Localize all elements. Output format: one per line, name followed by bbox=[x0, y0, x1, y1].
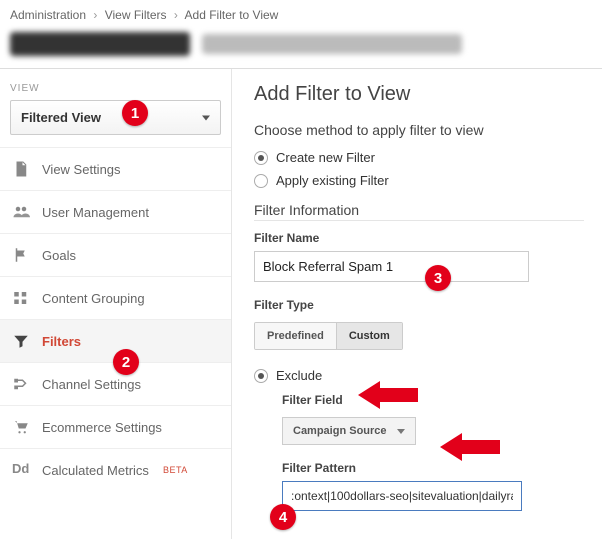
chevron-down-icon bbox=[397, 429, 405, 434]
view-section-label: VIEW bbox=[0, 79, 231, 100]
radio-label: Exclude bbox=[276, 368, 322, 383]
radio-icon bbox=[254, 369, 268, 383]
blurred-title bbox=[10, 32, 190, 56]
breadcrumb-admin[interactable]: Administration bbox=[10, 8, 86, 22]
sidebar-item-view-settings[interactable]: View Settings bbox=[0, 147, 231, 190]
breadcrumb: Administration › View Filters › Add Filt… bbox=[0, 0, 602, 28]
annotation-arrow-icon bbox=[440, 430, 500, 464]
radio-create-new[interactable]: Create new Filter bbox=[254, 150, 584, 165]
cart-icon bbox=[12, 418, 30, 436]
radio-exclude[interactable]: Exclude bbox=[254, 368, 584, 383]
sidebar-item-goals[interactable]: Goals bbox=[0, 233, 231, 276]
chevron-down-icon bbox=[202, 115, 210, 120]
filter-icon bbox=[12, 332, 30, 350]
breadcrumb-view-filters[interactable]: View Filters bbox=[105, 8, 167, 22]
view-dropdown-value: Filtered View bbox=[21, 110, 101, 125]
view-dropdown[interactable]: Filtered View bbox=[10, 100, 221, 135]
filter-pattern-input[interactable] bbox=[282, 481, 522, 511]
blurred-subtitle bbox=[202, 34, 462, 54]
filter-name-input[interactable] bbox=[254, 251, 529, 282]
sidebar-item-label: User Management bbox=[42, 205, 149, 220]
tab-custom[interactable]: Custom bbox=[337, 323, 402, 349]
filter-pattern-label: Filter Pattern bbox=[282, 461, 584, 475]
choose-method-label: Choose method to apply filter to view bbox=[254, 122, 584, 138]
sidebar-item-label: Goals bbox=[42, 248, 76, 263]
annotation-badge-4: 4 bbox=[270, 504, 296, 530]
annotation-badge-1: 1 bbox=[122, 100, 148, 126]
filter-field-label: Filter Field bbox=[282, 393, 584, 407]
file-icon bbox=[12, 160, 30, 178]
breadcrumb-current: Add Filter to View bbox=[185, 8, 279, 22]
breadcrumb-sep: › bbox=[174, 8, 178, 22]
beta-badge: BETA bbox=[163, 465, 188, 475]
dd-icon: Dd bbox=[12, 461, 30, 479]
group-icon bbox=[12, 289, 30, 307]
flag-icon bbox=[12, 246, 30, 264]
sidebar-item-label: Channel Settings bbox=[42, 377, 141, 392]
filter-field-dropdown[interactable]: Campaign Source bbox=[282, 417, 416, 445]
page-title: Add Filter to View bbox=[254, 83, 584, 106]
annotation-arrow-icon bbox=[358, 378, 418, 412]
content: Add Filter to View Choose method to appl… bbox=[232, 69, 602, 539]
annotation-badge-2: 2 bbox=[113, 349, 139, 375]
sidebar: VIEW Filtered View View Settings User Ma… bbox=[0, 69, 232, 539]
sidebar-item-label: View Settings bbox=[42, 162, 121, 177]
sidebar-item-label: Ecommerce Settings bbox=[42, 420, 162, 435]
radio-icon bbox=[254, 174, 268, 188]
channel-icon bbox=[12, 375, 30, 393]
sidebar-item-content-grouping[interactable]: Content Grouping bbox=[0, 276, 231, 319]
radio-label: Create new Filter bbox=[276, 150, 375, 165]
sidebar-item-user-management[interactable]: User Management bbox=[0, 190, 231, 233]
sidebar-item-ecommerce-settings[interactable]: Ecommerce Settings bbox=[0, 405, 231, 448]
annotation-badge-3: 3 bbox=[425, 265, 451, 291]
breadcrumb-sep: › bbox=[93, 8, 97, 22]
filter-information-heading: Filter Information bbox=[254, 202, 584, 221]
radio-apply-existing[interactable]: Apply existing Filter bbox=[254, 173, 584, 188]
users-icon bbox=[12, 203, 30, 221]
filter-type-label: Filter Type bbox=[254, 298, 584, 312]
blurred-title-row bbox=[0, 28, 602, 68]
sidebar-item-label: Filters bbox=[42, 334, 81, 349]
filter-name-label: Filter Name bbox=[254, 231, 584, 245]
radio-label: Apply existing Filter bbox=[276, 173, 389, 188]
radio-icon bbox=[254, 151, 268, 165]
filter-field-value: Campaign Source bbox=[293, 425, 387, 437]
sidebar-item-calculated-metrics[interactable]: Dd Calculated Metrics BETA bbox=[0, 448, 231, 491]
filter-type-tabs: Predefined Custom bbox=[254, 322, 403, 350]
tab-predefined[interactable]: Predefined bbox=[255, 323, 337, 349]
sidebar-item-label: Content Grouping bbox=[42, 291, 145, 306]
sidebar-item-label: Calculated Metrics bbox=[42, 463, 149, 478]
